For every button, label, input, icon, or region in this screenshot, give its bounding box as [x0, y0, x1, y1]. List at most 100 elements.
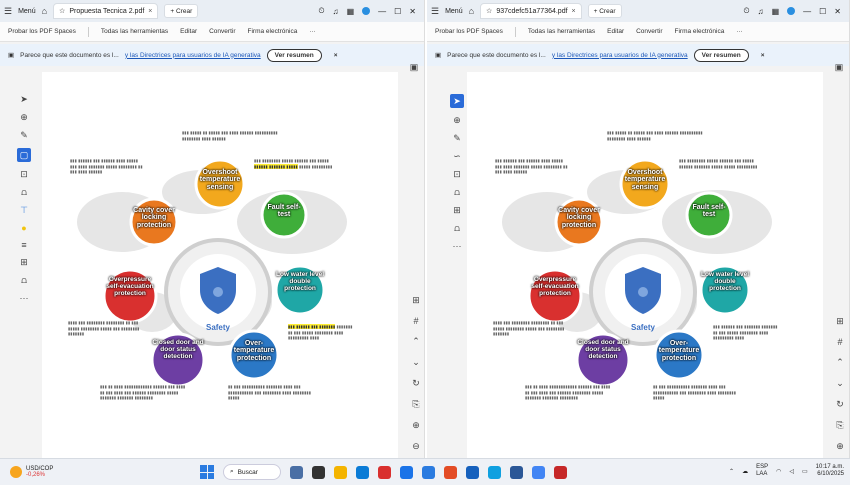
highlight-icon[interactable]: ●	[21, 223, 26, 233]
bell-icon[interactable]: ♫	[333, 7, 339, 16]
apps-icon[interactable]: ▦	[347, 7, 355, 16]
clock[interactable]: 10:17 a.m. 6/10/2025	[816, 464, 844, 478]
menu-label[interactable]: Menú	[445, 8, 463, 15]
all-tools-button[interactable]: Todas las herramientas	[101, 28, 168, 35]
cloud-icon[interactable]: ☁	[742, 468, 748, 475]
close-tab-icon[interactable]: ×	[572, 8, 576, 15]
close-window-icon[interactable]: ✕	[834, 7, 841, 16]
more-button[interactable]: ···	[736, 28, 743, 35]
zoom-in-icon[interactable]: ⊕	[412, 420, 420, 431]
cursor-icon[interactable]: ➤	[20, 94, 28, 105]
menu-icon[interactable]: ☰	[431, 6, 439, 17]
pen-icon[interactable]: ✎	[453, 133, 461, 144]
zoom-icon[interactable]: ⊕	[453, 115, 461, 126]
zoom-icon[interactable]: ⊕	[20, 112, 28, 123]
menu-icon[interactable]: ☰	[4, 6, 12, 17]
app-icon-onedrive[interactable]	[510, 465, 523, 479]
pen-icon[interactable]: ✎	[20, 130, 28, 141]
new-tab-button[interactable]: + Crear	[164, 4, 199, 18]
grid-icon[interactable]: ⊞	[836, 316, 844, 327]
home-icon[interactable]: ⌂	[42, 6, 47, 16]
more-button[interactable]: ···	[309, 28, 316, 35]
menu-label[interactable]: Menú	[18, 8, 36, 15]
pdf-spaces-button[interactable]: Probar los PDF Spaces	[435, 28, 503, 35]
grid-icon[interactable]: ⊞	[412, 295, 420, 306]
windows-start-icon[interactable]	[200, 465, 214, 479]
refresh-icon[interactable]: ↻	[412, 378, 420, 389]
app-icon-edge[interactable]	[356, 465, 369, 479]
guidelines-link[interactable]: y las Directrices para usuarios de IA ge…	[552, 52, 688, 59]
page-number-icon[interactable]: #	[837, 337, 842, 347]
table-icon[interactable]: ⊞	[453, 205, 461, 216]
page-number-icon[interactable]: #	[413, 316, 418, 326]
refresh-icon[interactable]: ↻	[836, 399, 844, 410]
summary-button[interactable]: Ver resumen	[693, 48, 749, 62]
app-icon-photos[interactable]	[532, 465, 545, 479]
stamp-icon[interactable]: ⩍	[454, 187, 460, 198]
app-icon-store[interactable]	[422, 465, 435, 479]
esign-button[interactable]: Firma electrónica	[674, 28, 724, 35]
minimize-icon[interactable]: —	[378, 7, 386, 16]
history-icon[interactable]: ⏲	[318, 6, 324, 16]
scroll-down-icon[interactable]: ⌄	[412, 357, 420, 368]
edit-button[interactable]: Editar	[180, 28, 197, 35]
summary-button[interactable]: Ver resumen	[266, 48, 322, 62]
convert-button[interactable]: Convertir	[209, 28, 235, 35]
new-tab-button[interactable]: + Crear	[587, 4, 622, 18]
zoom-out-icon[interactable]: ⊖	[412, 441, 420, 452]
chevron-up-icon[interactable]: ⌃	[729, 468, 734, 475]
bookmark-icon[interactable]: ⊤	[20, 205, 28, 216]
text-box-icon[interactable]: ⊡	[20, 169, 28, 180]
app-icon-pdf[interactable]	[554, 465, 567, 479]
cursor-icon[interactable]: ➤	[450, 94, 464, 108]
close-banner-icon[interactable]: ×	[761, 52, 765, 59]
scroll-up-icon[interactable]: ⌃	[836, 357, 844, 368]
all-tools-button[interactable]: Todas las herramientas	[528, 28, 595, 35]
text-box-icon[interactable]: ⊡	[453, 169, 461, 180]
esign-button[interactable]: Firma electrónica	[247, 28, 297, 35]
tab-active[interactable]: ☆ 937cdefc51a77364.pdf ×	[480, 3, 582, 19]
more-tools-icon[interactable]: ···	[20, 293, 29, 303]
scroll-down-icon[interactable]: ⌄	[836, 378, 844, 389]
close-window-icon[interactable]: ✕	[409, 7, 416, 16]
scroll-up-icon[interactable]: ⌃	[412, 336, 420, 347]
star-icon[interactable]: ☆	[486, 7, 492, 15]
app-icon-outlook[interactable]	[400, 465, 413, 479]
app-icon-taskview[interactable]	[312, 465, 325, 479]
zoom-in-icon[interactable]: ⊕	[836, 441, 844, 452]
app-icon-chrome[interactable]	[444, 465, 457, 479]
guidelines-link[interactable]: y las Directrices para usuarios de IA ge…	[125, 52, 261, 59]
sign-icon[interactable]: ⩍	[454, 223, 460, 234]
curve-icon[interactable]: ∽	[453, 151, 461, 162]
close-tab-icon[interactable]: ×	[148, 8, 152, 15]
app-icon-explorer[interactable]	[334, 465, 347, 479]
language-indicator[interactable]: ESP LAA	[756, 464, 768, 478]
convert-button[interactable]: Convertir	[636, 28, 662, 35]
more-tools-icon[interactable]: ···	[453, 241, 462, 251]
battery-icon[interactable]: ▭	[802, 468, 808, 475]
profile-icon[interactable]	[362, 7, 371, 15]
minimize-icon[interactable]: —	[803, 7, 811, 16]
history-icon[interactable]: ⏲	[743, 6, 749, 16]
table-icon[interactable]: ⊞	[20, 257, 28, 268]
edit-button[interactable]: Editar	[607, 28, 624, 35]
star-icon[interactable]: ☆	[59, 7, 65, 15]
apps-icon[interactable]: ▦	[772, 7, 780, 16]
profile-icon[interactable]	[787, 7, 796, 15]
bell-icon[interactable]: ♫	[758, 7, 764, 16]
home-icon[interactable]: ⌂	[469, 6, 474, 16]
save-icon[interactable]: ⎘	[412, 399, 419, 410]
volume-icon[interactable]: ◁	[789, 468, 794, 475]
wifi-icon[interactable]: ◠	[776, 468, 781, 475]
ticker-widget[interactable]: USD/COP -0,26%	[10, 466, 53, 478]
tab-active[interactable]: ☆ Propuesta Tecnica 2.pdf ×	[53, 3, 159, 19]
app-icon-word[interactable]	[466, 465, 479, 479]
app-icon-widgets[interactable]	[290, 465, 303, 479]
close-banner-icon[interactable]: ×	[334, 52, 338, 59]
save-icon[interactable]: ⎘	[836, 420, 843, 431]
maximize-icon[interactable]: ☐	[394, 7, 401, 16]
pdf-spaces-button[interactable]: Probar los PDF Spaces	[8, 28, 76, 35]
app-icon-teams[interactable]	[488, 465, 501, 479]
maximize-icon[interactable]: ☐	[819, 7, 826, 16]
taskbar-search[interactable]: ⌕ Buscar	[223, 464, 281, 480]
